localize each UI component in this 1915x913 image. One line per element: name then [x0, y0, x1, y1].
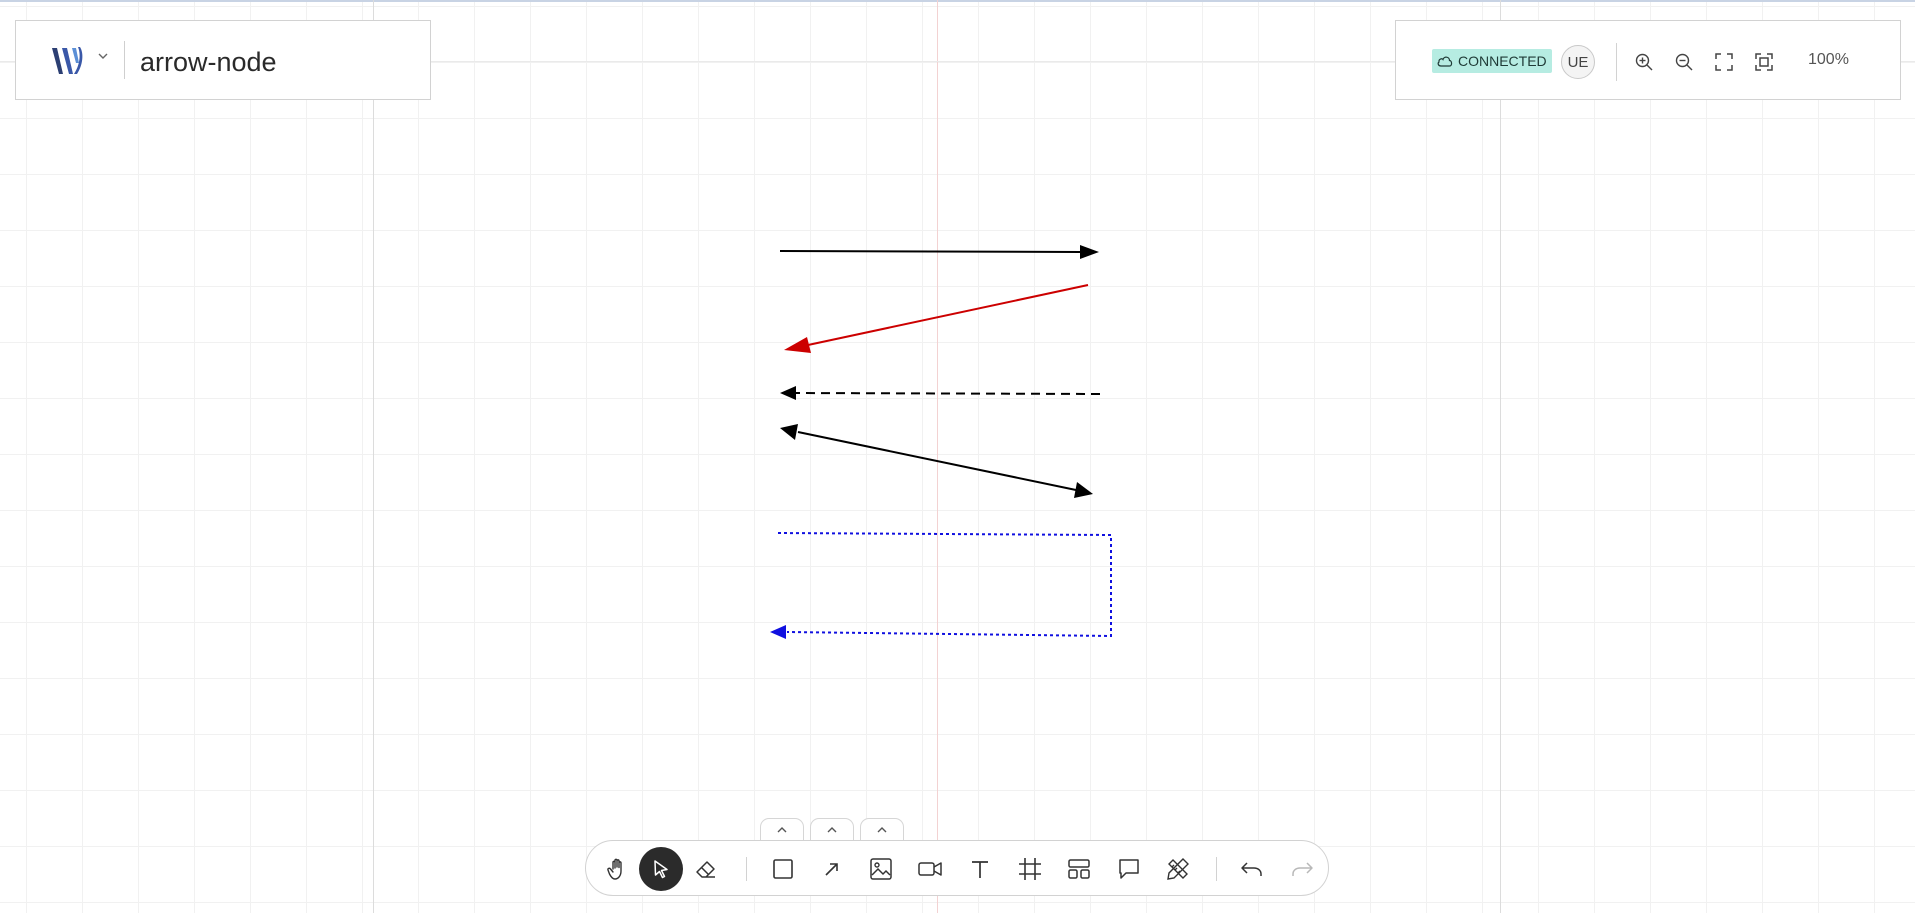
frame-tool[interactable] [1009, 848, 1051, 890]
undo-icon [1241, 862, 1262, 876]
comment-icon [1119, 859, 1139, 879]
zoom-out-icon [1675, 53, 1693, 71]
chevron-down-icon[interactable] [96, 49, 110, 63]
image-tool[interactable] [860, 848, 902, 890]
arrow-solid-black[interactable] [779, 245, 1099, 259]
logo-icon[interactable] [50, 45, 90, 77]
connector-tool[interactable] [811, 848, 853, 890]
status-panel: CONNECTED UE 100% [1395, 20, 1901, 100]
chevron-up-icon [777, 826, 787, 832]
focus-icon [1755, 53, 1773, 71]
zoom-out-button[interactable] [1672, 50, 1696, 74]
panel-toggle-3[interactable] [860, 818, 904, 840]
select-tool[interactable] [639, 847, 683, 891]
chevron-up-icon [877, 826, 887, 832]
eraser-tool[interactable] [685, 848, 727, 890]
text-tool[interactable] [959, 848, 1001, 890]
arrow-dotted-blue-elbow[interactable] [770, 532, 1112, 639]
square-icon [773, 859, 793, 879]
panel-toggle-1[interactable] [760, 818, 804, 840]
undo-button[interactable] [1231, 848, 1273, 890]
template-tool[interactable] [1058, 848, 1100, 890]
zoom-in-button[interactable] [1632, 50, 1656, 74]
arrow-layer [770, 245, 1112, 639]
cloud-icon [1437, 56, 1453, 67]
more-tools[interactable] [1157, 848, 1199, 890]
toolbar-divider [746, 857, 747, 881]
image-icon [870, 858, 892, 880]
shape-tool[interactable] [762, 848, 804, 890]
whiteboard-canvas[interactable] [0, 0, 1915, 913]
zoom-level[interactable]: 100% [1808, 51, 1849, 69]
zoom-to-selection-button[interactable] [1752, 50, 1776, 74]
arrow-double-black[interactable] [780, 424, 1093, 498]
main-toolbar [585, 840, 1329, 896]
template-icon [1068, 859, 1090, 879]
title-panel: arrow-node [15, 20, 431, 100]
connection-badge: CONNECTED [1432, 49, 1552, 73]
fullscreen-icon [1715, 53, 1733, 71]
frame-icon [1019, 858, 1041, 880]
zoom-in-icon [1635, 53, 1653, 71]
status-divider [1616, 43, 1617, 81]
pointer-icon [654, 860, 668, 879]
toolbar-divider [1216, 857, 1217, 881]
video-icon [918, 862, 942, 876]
redo-icon [1292, 862, 1313, 876]
embed-tool[interactable] [909, 848, 951, 890]
title-divider [124, 41, 125, 79]
hand-tool[interactable] [597, 848, 639, 890]
text-icon [972, 861, 988, 878]
chevron-up-icon [827, 826, 837, 832]
note-tool[interactable] [1108, 848, 1150, 890]
tools-icon [1167, 858, 1189, 880]
arrow-dashed-black[interactable] [780, 386, 1101, 400]
arrow-solid-red[interactable] [784, 284, 1089, 353]
hand-icon [607, 858, 622, 880]
arrow-icon [825, 863, 838, 876]
redo-button[interactable] [1281, 848, 1323, 890]
fit-screen-button[interactable] [1712, 50, 1736, 74]
eraser-icon [696, 861, 715, 878]
document-title[interactable]: arrow-node [140, 45, 277, 79]
connection-status-text: CONNECTED [1458, 53, 1547, 69]
panel-toggle-2[interactable] [810, 818, 854, 840]
avatar[interactable]: UE [1561, 45, 1595, 79]
